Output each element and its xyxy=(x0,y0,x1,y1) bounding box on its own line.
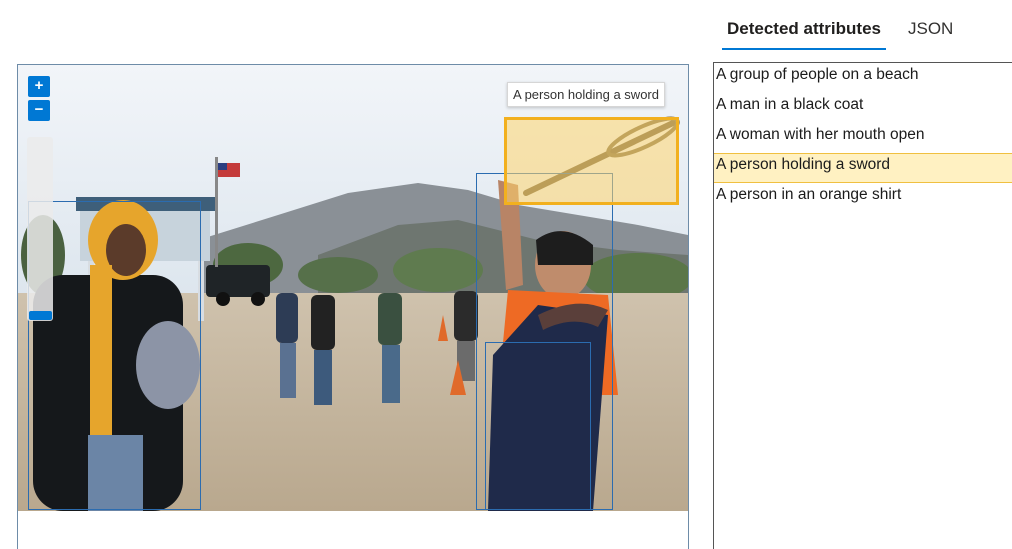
bbox-person-holding-sword[interactable] xyxy=(504,117,679,205)
tab-detected-attributes[interactable]: Detected attributes xyxy=(722,14,886,50)
list-item[interactable]: A woman with her mouth open xyxy=(714,123,1012,153)
list-item-selected[interactable]: A person holding a sword xyxy=(714,153,1012,183)
list-item[interactable]: A group of people on a beach xyxy=(714,63,1012,93)
list-item[interactable]: A man in a black coat xyxy=(714,93,1012,123)
bbox-man-in-black-coat[interactable] xyxy=(28,201,201,510)
zoom-out-button[interactable]: − xyxy=(28,100,50,121)
bbox-orange-shirt[interactable] xyxy=(485,342,591,510)
image-viewer[interactable]: A person holding a sword + − xyxy=(17,64,689,549)
result-tabs: Detected attributes JSON xyxy=(716,14,1012,54)
attributes-list: A group of people on a beach A man in a … xyxy=(713,62,1012,549)
list-item[interactable]: A person in an orange shirt xyxy=(714,183,1012,213)
bbox-tooltip: A person holding a sword xyxy=(507,82,665,107)
zoom-in-button[interactable]: + xyxy=(28,76,50,97)
zoom-slider-thumb[interactable] xyxy=(29,311,52,320)
zoom-slider-track[interactable] xyxy=(27,137,53,321)
tab-json[interactable]: JSON xyxy=(908,14,958,50)
